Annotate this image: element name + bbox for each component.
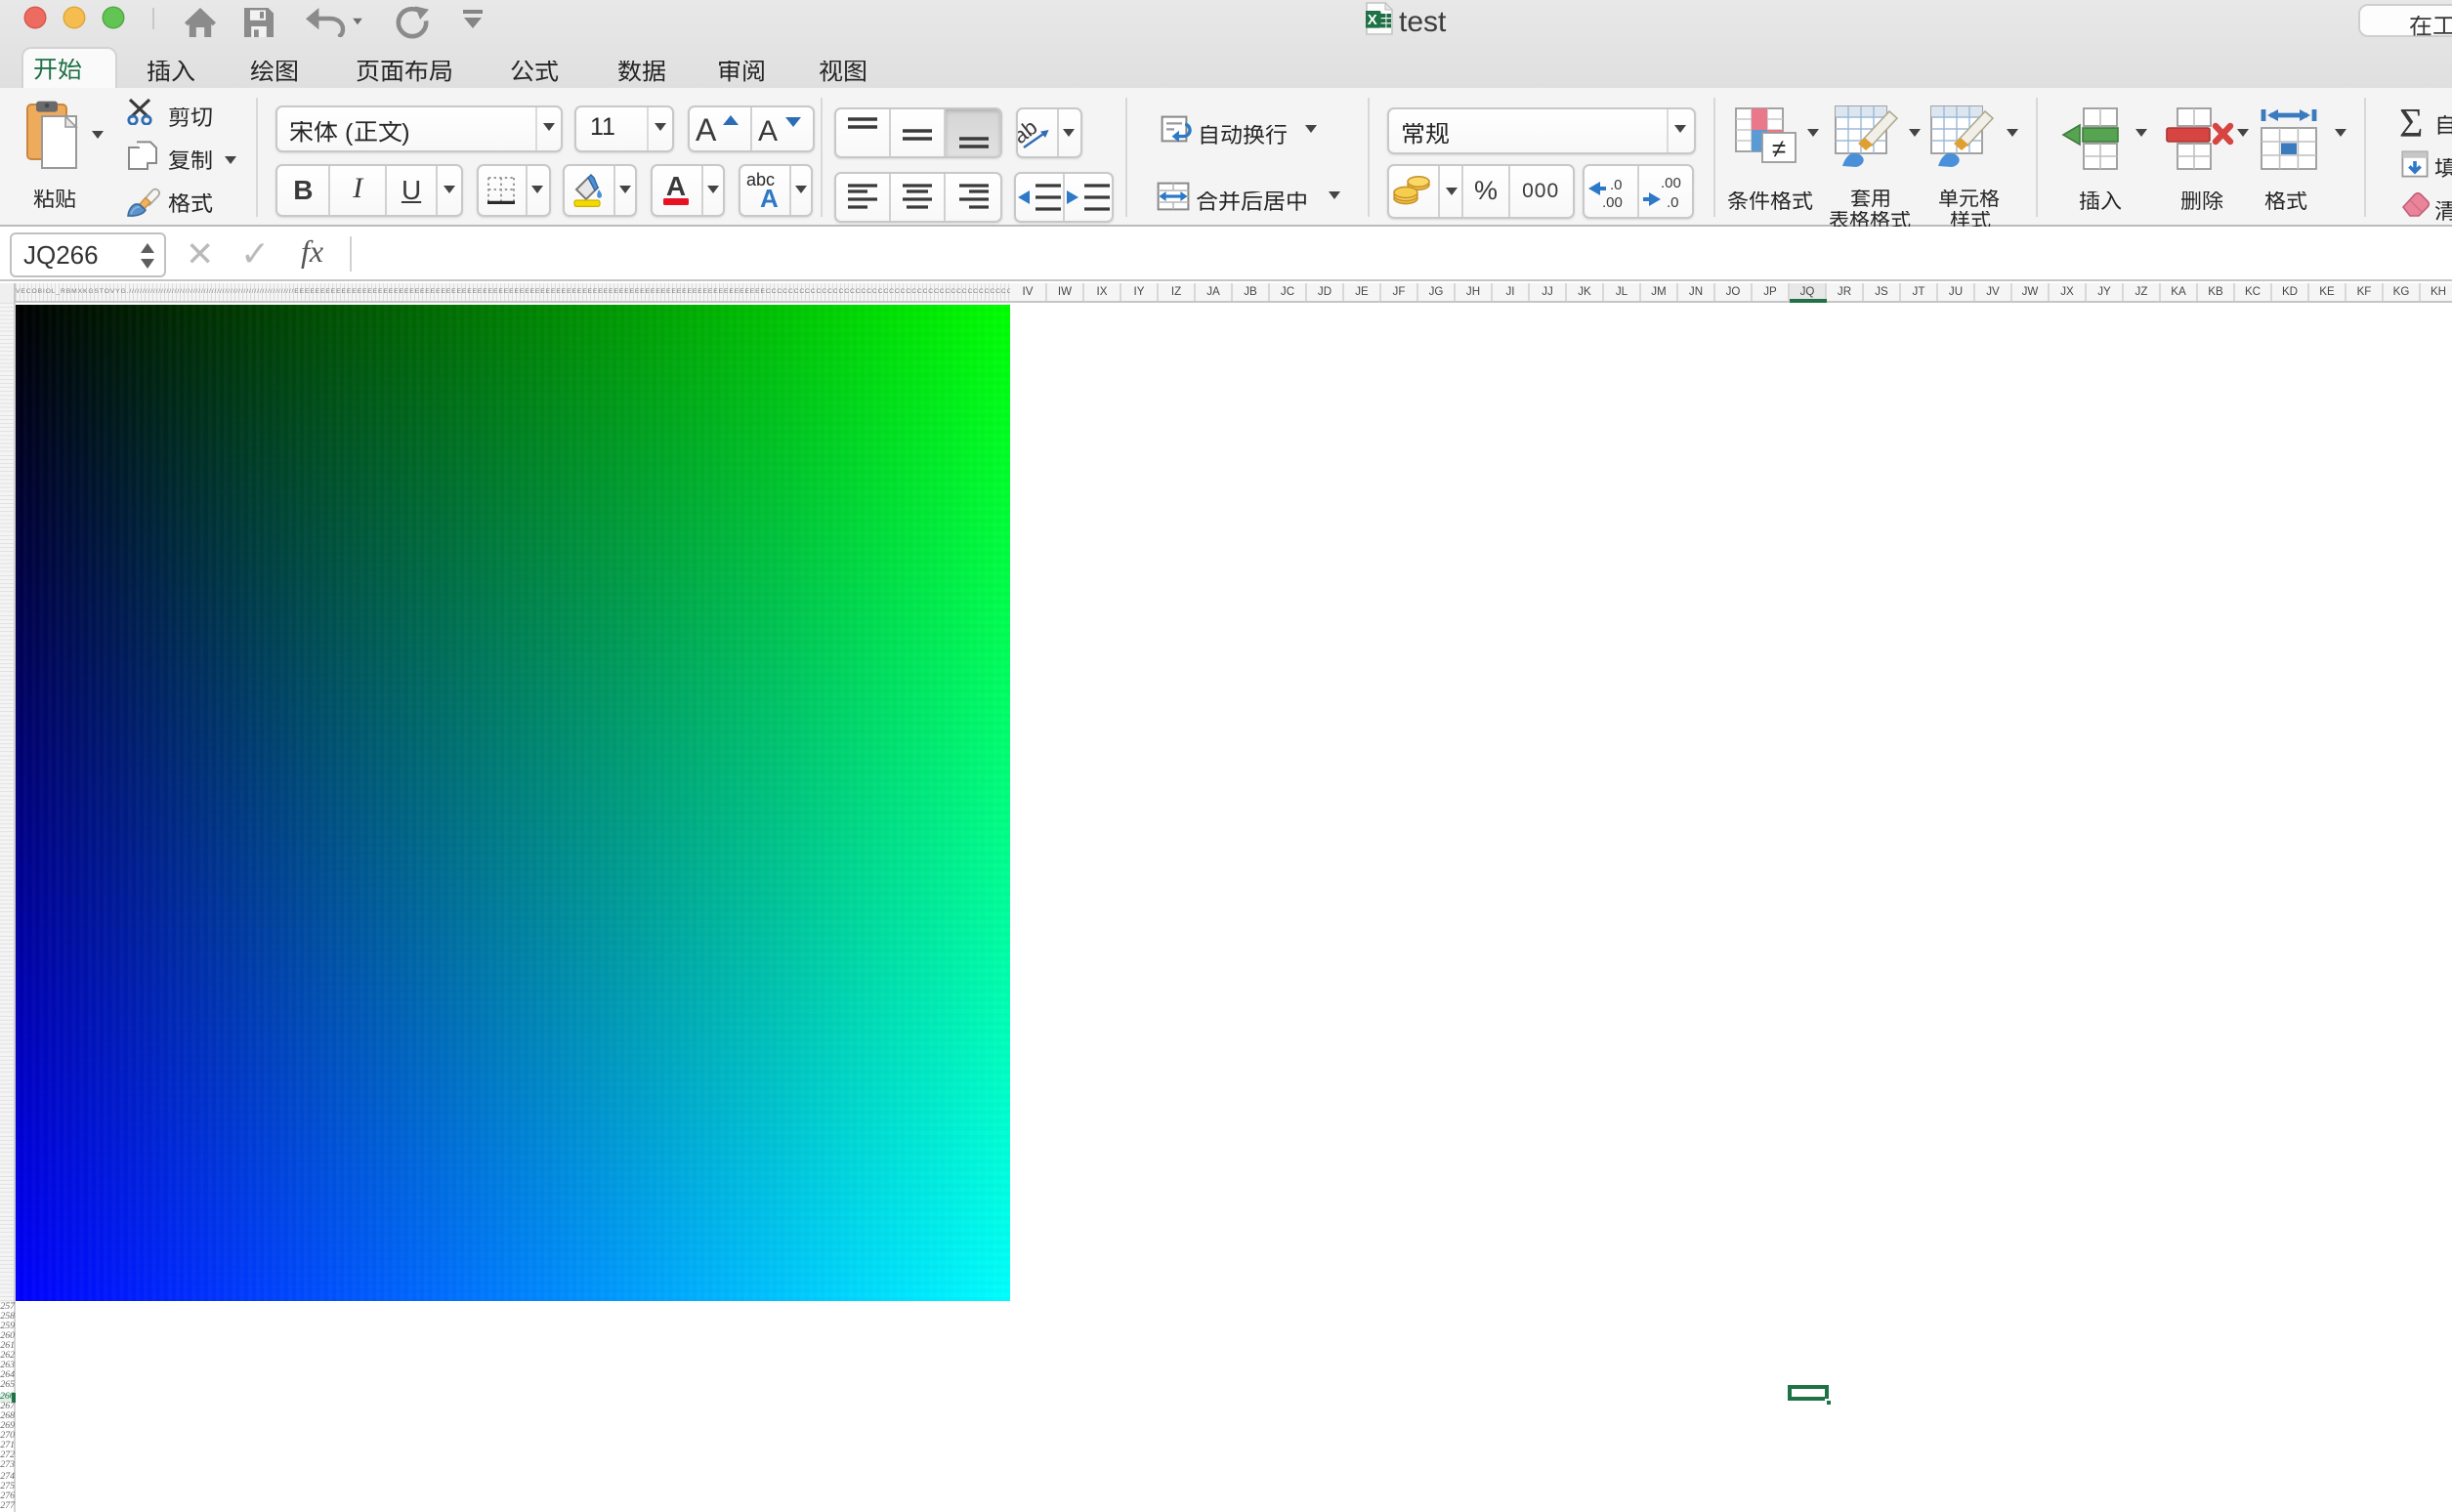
svg-text:A: A (666, 173, 686, 202)
svg-text:A: A (759, 114, 779, 144)
svg-text:≠: ≠ (1772, 134, 1786, 163)
svg-text:A: A (697, 112, 718, 144)
svg-text:.00: .00 (1603, 194, 1624, 211)
svg-text:.00: .00 (1662, 175, 1682, 191)
svg-text:A: A (760, 185, 779, 210)
svg-text:.0: .0 (1668, 194, 1680, 211)
svg-text:.0: .0 (1611, 177, 1624, 193)
svg-text:X: X (1368, 12, 1377, 28)
